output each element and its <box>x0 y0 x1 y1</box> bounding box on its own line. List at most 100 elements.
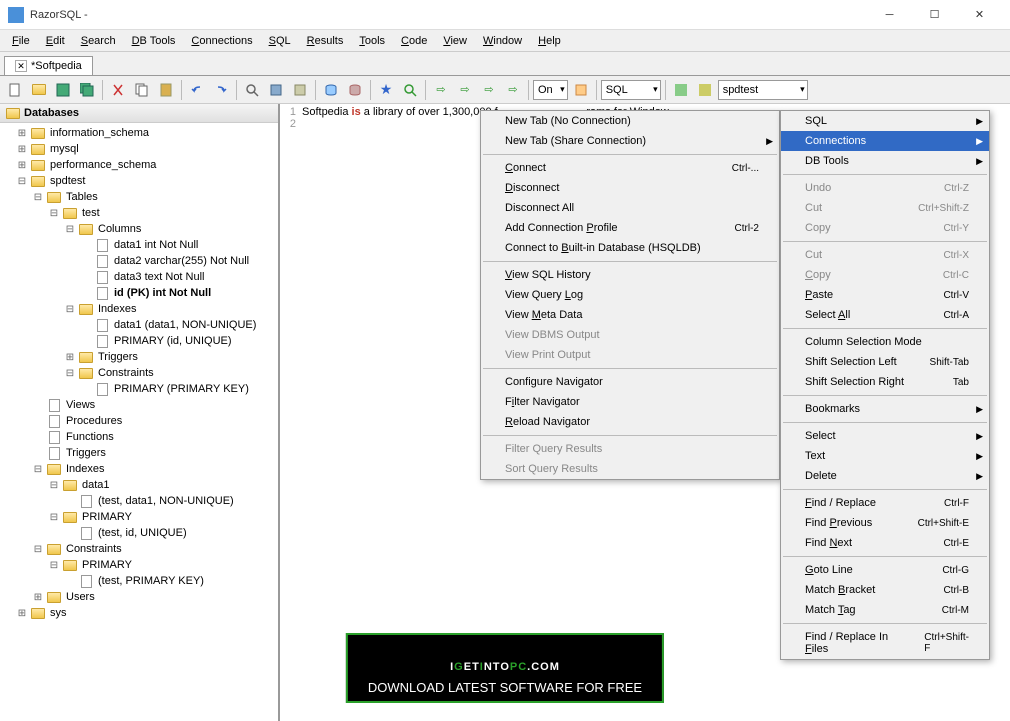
tree-toggle[interactable]: ⊞ <box>32 592 44 603</box>
tree-node[interactable]: ⊟spdtest <box>0 173 278 189</box>
menu-item-db-tools[interactable]: DB Tools▶ <box>781 151 989 171</box>
menu-item-match-tag[interactable]: Match TagCtrl-M <box>781 600 989 620</box>
menu-item-find-replace-in-files[interactable]: Find / Replace In FilesCtrl+Shift-F <box>781 627 989 659</box>
menu-item-view-meta-data[interactable]: View Meta Data <box>481 305 779 325</box>
menu-edit[interactable]: Edit <box>38 32 73 50</box>
tree-node[interactable]: PRIMARY (id, UNIQUE) <box>0 333 278 349</box>
menu-item-configure-navigator[interactable]: Configure Navigator <box>481 372 779 392</box>
tb-open-icon[interactable] <box>28 79 50 101</box>
tree-node[interactable]: ⊞sys <box>0 605 278 621</box>
tree-toggle[interactable]: ⊟ <box>32 544 44 555</box>
tb-arrow4-icon[interactable]: ⇨ <box>502 79 524 101</box>
close-button[interactable]: ✕ <box>957 1 1002 29</box>
tb-copy-icon[interactable] <box>131 79 153 101</box>
tb-connect-icon[interactable] <box>320 79 342 101</box>
tb-db2-icon[interactable] <box>694 79 716 101</box>
tree-toggle[interactable]: ⊟ <box>32 464 44 475</box>
tree-node[interactable]: ⊟data1 <box>0 477 278 493</box>
menu-item-reload-navigator[interactable]: Reload Navigator <box>481 412 779 432</box>
tree-toggle[interactable]: ⊞ <box>16 144 28 155</box>
tree-node[interactable]: PRIMARY (PRIMARY KEY) <box>0 381 278 397</box>
tree-node[interactable]: Views <box>0 397 278 413</box>
menu-db-tools[interactable]: DB Tools <box>124 32 184 50</box>
tree-node[interactable]: Triggers <box>0 445 278 461</box>
menu-item-disconnect[interactable]: Disconnect <box>481 178 779 198</box>
menu-item-filter-navigator[interactable]: Filter Navigator <box>481 392 779 412</box>
tb-exec-icon[interactable] <box>570 79 592 101</box>
tree-toggle[interactable]: ⊟ <box>16 176 28 187</box>
tree-toggle[interactable]: ⊞ <box>64 352 76 363</box>
menu-item-new-tab-share-connection-[interactable]: New Tab (Share Connection)▶ <box>481 131 779 151</box>
menu-item-add-connection-profile[interactable]: Add Connection ProfileCtrl-2 <box>481 218 779 238</box>
tree-toggle[interactable]: ⊟ <box>48 208 60 219</box>
tree-node[interactable]: (test, data1, NON-UNIQUE) <box>0 493 278 509</box>
tb-new-icon[interactable] <box>4 79 26 101</box>
menu-item-goto-line[interactable]: Goto LineCtrl-G <box>781 560 989 580</box>
tb-paste-icon[interactable] <box>155 79 177 101</box>
menu-window[interactable]: Window <box>475 32 530 50</box>
tree-node[interactable]: ⊟Tables <box>0 189 278 205</box>
menu-item-match-bracket[interactable]: Match BracketCtrl-B <box>781 580 989 600</box>
menu-connections[interactable]: Connections <box>183 32 260 50</box>
tree-node[interactable]: data1 int Not Null <box>0 237 278 253</box>
on-combo[interactable]: On <box>533 80 568 100</box>
connection-combo[interactable]: spdtest <box>718 80 808 100</box>
menu-item-select[interactable]: Select▶ <box>781 426 989 446</box>
tree-toggle[interactable]: ⊟ <box>48 560 60 571</box>
tree-toggle[interactable]: ⊟ <box>48 480 60 491</box>
tb-save-icon[interactable] <box>52 79 74 101</box>
menu-item-sql[interactable]: SQL▶ <box>781 111 989 131</box>
tb-redo-icon[interactable] <box>210 79 232 101</box>
menu-item-find-next[interactable]: Find NextCtrl-E <box>781 533 989 553</box>
tree-node[interactable]: id (PK) int Not Null <box>0 285 278 301</box>
tree-node[interactable]: ⊟PRIMARY <box>0 509 278 525</box>
tb-search-db-icon[interactable] <box>399 79 421 101</box>
tree-toggle[interactable]: ⊟ <box>32 192 44 203</box>
menu-item-find-previous[interactable]: Find PreviousCtrl+Shift-E <box>781 513 989 533</box>
menu-item-view-sql-history[interactable]: View SQL History <box>481 265 779 285</box>
tree-node[interactable]: ⊞Users <box>0 589 278 605</box>
tree-node[interactable]: Functions <box>0 429 278 445</box>
tb-arrow1-icon[interactable]: ⇨ <box>430 79 452 101</box>
tree-toggle[interactable]: ⊟ <box>48 512 60 523</box>
tree-node[interactable]: (test, id, UNIQUE) <box>0 525 278 541</box>
menu-sql[interactable]: SQL <box>261 32 299 50</box>
tree-node[interactable]: ⊞information_schema <box>0 125 278 141</box>
tree-node[interactable]: ⊟Indexes <box>0 461 278 477</box>
menu-view[interactable]: View <box>435 32 475 50</box>
tree-node[interactable]: data1 (data1, NON-UNIQUE) <box>0 317 278 333</box>
menu-item-find-replace[interactable]: Find / ReplaceCtrl-F <box>781 493 989 513</box>
tree-node[interactable]: (test, PRIMARY KEY) <box>0 573 278 589</box>
tree-node[interactable]: ⊟Constraints <box>0 541 278 557</box>
tb-star-icon[interactable]: ★ <box>375 79 397 101</box>
tree-toggle[interactable]: ⊟ <box>64 304 76 315</box>
menu-item-delete[interactable]: Delete▶ <box>781 466 989 486</box>
tb-saveall-icon[interactable] <box>76 79 98 101</box>
tree-toggle[interactable]: ⊟ <box>64 368 76 379</box>
close-tab-icon[interactable]: ✕ <box>15 60 27 72</box>
menu-code[interactable]: Code <box>393 32 435 50</box>
menu-tools[interactable]: Tools <box>351 32 393 50</box>
menu-item-connect[interactable]: ConnectCtrl-... <box>481 158 779 178</box>
tree-node[interactable]: ⊟Constraints <box>0 365 278 381</box>
tree-node[interactable]: ⊟test <box>0 205 278 221</box>
menu-item-column-selection-mode[interactable]: Column Selection Mode <box>781 332 989 352</box>
tree-node[interactable]: data2 varchar(255) Not Null <box>0 253 278 269</box>
menu-item-connections[interactable]: Connections▶ <box>781 131 989 151</box>
minimize-button[interactable]: ─ <box>867 1 912 29</box>
sql-combo[interactable]: SQL <box>601 80 661 100</box>
menu-item-shift-selection-right[interactable]: Shift Selection RightTab <box>781 372 989 392</box>
tb-play-icon[interactable] <box>289 79 311 101</box>
tb-undo-icon[interactable] <box>186 79 208 101</box>
maximize-button[interactable]: ☐ <box>912 1 957 29</box>
menu-search[interactable]: Search <box>73 32 124 50</box>
menu-results[interactable]: Results <box>299 32 352 50</box>
menu-item-paste[interactable]: PasteCtrl-V <box>781 285 989 305</box>
tree-node[interactable]: ⊟Indexes <box>0 301 278 317</box>
tree-node[interactable]: Procedures <box>0 413 278 429</box>
tree-node[interactable]: ⊞Triggers <box>0 349 278 365</box>
tb-db1-icon[interactable] <box>670 79 692 101</box>
menu-item-select-all[interactable]: Select AllCtrl-A <box>781 305 989 325</box>
tb-arrow3-icon[interactable]: ⇨ <box>478 79 500 101</box>
menu-item-connect-to-built-in-database-hsqldb-[interactable]: Connect to Built-in Database (HSQLDB) <box>481 238 779 258</box>
